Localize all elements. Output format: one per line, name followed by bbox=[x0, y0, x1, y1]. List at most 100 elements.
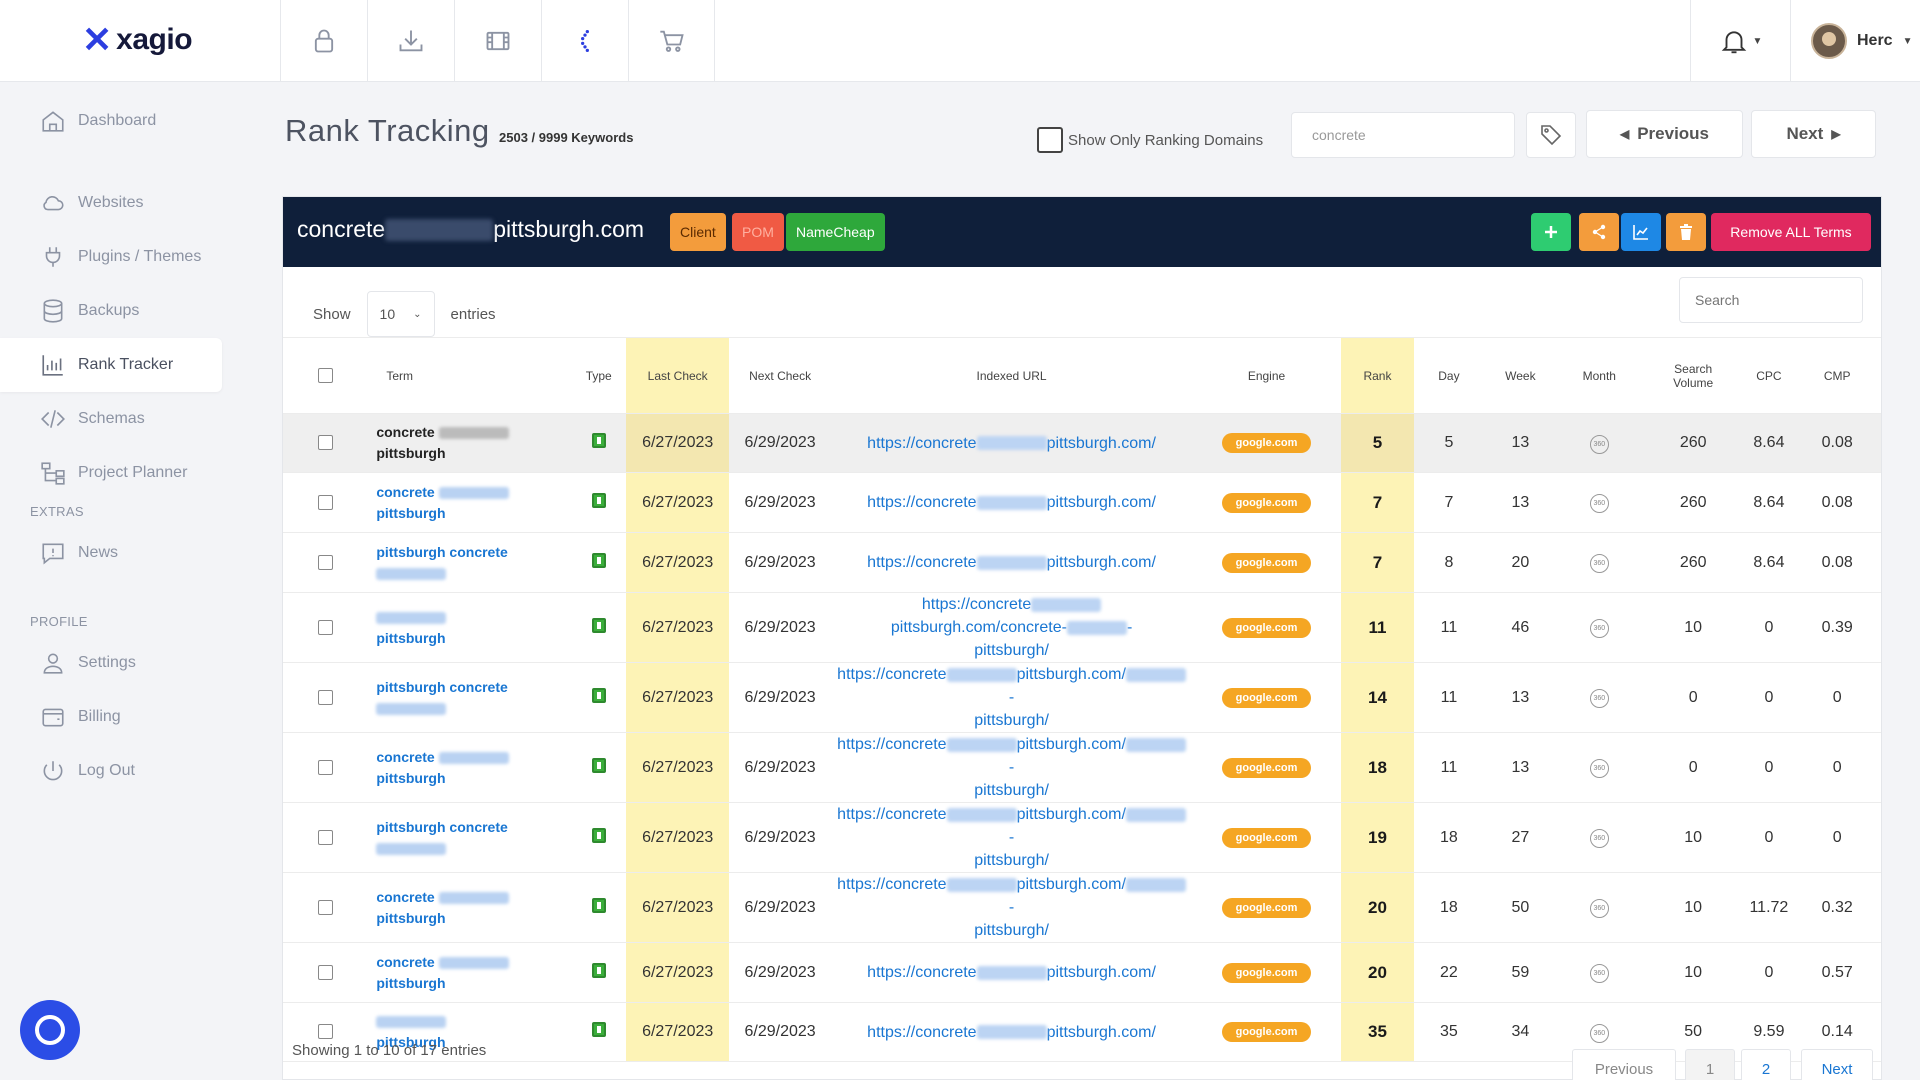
sidebar-item-settings[interactable]: Settings bbox=[0, 636, 222, 690]
add-term-button[interactable] bbox=[1531, 213, 1571, 251]
col-week[interactable]: Week bbox=[1484, 337, 1557, 414]
row-checkbox[interactable] bbox=[318, 964, 334, 980]
indexed-url-link[interactable]: https://concrete pittsburgh.com/- pittsbur… bbox=[831, 662, 1192, 733]
delete-button[interactable] bbox=[1666, 213, 1706, 251]
indexed-url-link[interactable]: https://concrete pittsburgh.com/ bbox=[831, 942, 1192, 1003]
table-row[interactable]: pittsburgh concrete 6/27/2023 6/29/2023 … bbox=[283, 532, 1881, 593]
indexed-url-link[interactable]: https://concrete pittsburgh.com/ bbox=[831, 532, 1192, 593]
term-cell[interactable]: pittsburgh concrete bbox=[368, 662, 571, 733]
chart-button[interactable] bbox=[1621, 213, 1661, 251]
term-cell[interactable]: concrete pittsburgh bbox=[368, 732, 571, 803]
pagination-page-2[interactable]: 2 bbox=[1741, 1049, 1791, 1080]
col-type[interactable]: Type bbox=[571, 337, 627, 414]
table-search-input[interactable] bbox=[1679, 277, 1863, 323]
notifications-button[interactable]: ▼ bbox=[1690, 0, 1790, 82]
month-cell[interactable]: 360 bbox=[1556, 942, 1642, 1003]
user-menu[interactable]: Herc ▼ bbox=[1790, 0, 1920, 82]
lock-icon[interactable] bbox=[280, 0, 367, 82]
table-row[interactable]: concrete pittsburgh 6/27/2023 6/29/2023 … bbox=[283, 942, 1881, 1003]
sidebar-item-billing[interactable]: Billing bbox=[0, 690, 222, 744]
col-engine[interactable]: Engine bbox=[1191, 337, 1342, 414]
col-term[interactable]: Term bbox=[368, 337, 571, 414]
logo[interactable]: ✕ xagio bbox=[82, 20, 193, 60]
ranking-domains-toggle[interactable]: Show Only Ranking Domains bbox=[1037, 127, 1263, 153]
tag-button[interactable] bbox=[1526, 112, 1576, 158]
next-domain-button[interactable]: Next ▶ bbox=[1751, 110, 1876, 158]
indexed-url-link[interactable]: https://concrete pittsburgh.com/- pittsbur… bbox=[831, 732, 1192, 803]
pagination-previous[interactable]: Previous bbox=[1572, 1049, 1676, 1080]
term-cell[interactable]: pittsburgh bbox=[368, 592, 571, 663]
indexed-url-link[interactable]: https://concrete pittsburgh.com/ bbox=[831, 413, 1192, 473]
sidebar-item-schemas[interactable]: Schemas bbox=[0, 392, 222, 446]
table-row[interactable]: concrete pittsburgh 6/27/2023 6/29/2023 … bbox=[283, 472, 1881, 533]
sidebar-item-news[interactable]: News bbox=[0, 526, 222, 580]
col-cpc[interactable]: CPC bbox=[1744, 337, 1794, 414]
keyword-filter-input[interactable] bbox=[1291, 112, 1515, 158]
month-cell[interactable]: 360 bbox=[1556, 592, 1642, 663]
remove-all-terms-button[interactable]: Remove ALL Terms bbox=[1711, 213, 1871, 251]
download-icon[interactable] bbox=[367, 0, 454, 82]
col-cmp[interactable]: CMP bbox=[1793, 337, 1881, 414]
pom-badge[interactable]: POM bbox=[732, 213, 784, 251]
spinner-icon[interactable] bbox=[541, 0, 628, 82]
entries-select[interactable]: 10 ⌄ bbox=[366, 291, 435, 337]
sidebar-item-plugins-themes[interactable]: Plugins / Themes bbox=[0, 230, 222, 284]
row-checkbox[interactable] bbox=[318, 899, 334, 915]
row-checkbox[interactable] bbox=[318, 759, 334, 775]
col-last-check[interactable]: Last Check bbox=[626, 337, 729, 414]
table-row[interactable]: pittsburgh concrete 6/27/2023 6/29/2023 … bbox=[283, 662, 1881, 733]
pagination-page-1[interactable]: 1 bbox=[1685, 1049, 1735, 1080]
row-checkbox[interactable] bbox=[318, 619, 334, 635]
month-cell[interactable]: 360 bbox=[1556, 802, 1642, 873]
row-checkbox[interactable] bbox=[318, 554, 334, 570]
namecheap-badge[interactable]: NameCheap bbox=[786, 213, 885, 251]
month-cell[interactable]: 360 bbox=[1556, 532, 1642, 593]
table-row[interactable]: pittsburgh 6/27/2023 6/29/2023 https://c… bbox=[283, 592, 1881, 663]
col-indexed-url[interactable]: Indexed URL bbox=[831, 337, 1192, 414]
month-cell[interactable]: 360 bbox=[1556, 872, 1642, 943]
client-badge[interactable]: Client bbox=[670, 213, 726, 251]
col-month[interactable]: Month bbox=[1556, 337, 1642, 414]
sidebar-item-project-planner[interactable]: Project Planner bbox=[0, 446, 222, 500]
row-checkbox[interactable] bbox=[318, 829, 334, 845]
sidebar-item-websites[interactable]: Websites bbox=[0, 176, 222, 230]
col-day[interactable]: Day bbox=[1413, 337, 1485, 414]
col-search-volume[interactable]: Search Volume bbox=[1641, 337, 1745, 414]
table-row[interactable]: concrete pittsburgh 6/27/2023 6/29/2023 … bbox=[283, 732, 1881, 803]
sidebar-item-rank-tracker[interactable]: Rank Tracker bbox=[0, 338, 222, 392]
indexed-url-link[interactable]: https://concrete pittsburgh.com/concrete-… bbox=[831, 592, 1192, 663]
row-checkbox[interactable] bbox=[318, 494, 334, 510]
sidebar-item-backups[interactable]: Backups bbox=[0, 284, 222, 338]
month-cell[interactable]: 360 bbox=[1556, 662, 1642, 733]
term-cell[interactable]: concrete pittsburgh bbox=[368, 942, 571, 1003]
chat-button[interactable] bbox=[20, 1000, 80, 1060]
sidebar-item-dashboard[interactable]: Dashboard bbox=[0, 94, 222, 148]
sidebar-item-log-out[interactable]: Log Out bbox=[0, 744, 222, 798]
row-checkbox[interactable] bbox=[318, 689, 334, 705]
table-row[interactable]: concrete pittsburgh 6/27/2023 6/29/2023 … bbox=[283, 413, 1881, 473]
month-cell[interactable]: 360 bbox=[1556, 732, 1642, 803]
cart-icon[interactable] bbox=[628, 0, 715, 82]
term-cell[interactable]: pittsburgh concrete bbox=[368, 532, 571, 593]
term-cell[interactable]: pittsburgh concrete bbox=[368, 802, 571, 873]
col-rank[interactable]: Rank bbox=[1341, 337, 1414, 414]
previous-domain-button[interactable]: ◀ Previous bbox=[1586, 110, 1743, 158]
film-icon[interactable] bbox=[454, 0, 541, 82]
month-cell[interactable]: 360 bbox=[1556, 413, 1642, 473]
indexed-url-link[interactable]: https://concrete pittsburgh.com/ bbox=[831, 1002, 1192, 1062]
pagination-next[interactable]: Next bbox=[1801, 1049, 1873, 1080]
table-row[interactable]: pittsburgh concrete 6/27/2023 6/29/2023 … bbox=[283, 802, 1881, 873]
table-row[interactable]: concrete pittsburgh 6/27/2023 6/29/2023 … bbox=[283, 872, 1881, 943]
month-cell[interactable]: 360 bbox=[1556, 472, 1642, 533]
term-cell[interactable]: concrete pittsburgh bbox=[368, 872, 571, 943]
indexed-url-link[interactable]: https://concrete pittsburgh.com/- pittsbur… bbox=[831, 802, 1192, 873]
ranking-domains-checkbox[interactable] bbox=[1037, 127, 1063, 153]
term-cell[interactable]: concrete pittsburgh bbox=[368, 413, 571, 473]
row-checkbox[interactable] bbox=[318, 435, 334, 451]
share-button[interactable] bbox=[1579, 213, 1619, 251]
indexed-url-link[interactable]: https://concrete pittsburgh.com/ bbox=[831, 472, 1192, 533]
indexed-url-link[interactable]: https://concrete pittsburgh.com/- pittsbur… bbox=[831, 872, 1192, 943]
select-all-checkbox[interactable] bbox=[318, 368, 334, 384]
row-checkbox[interactable] bbox=[318, 1024, 334, 1040]
term-cell[interactable]: concrete pittsburgh bbox=[368, 472, 571, 533]
